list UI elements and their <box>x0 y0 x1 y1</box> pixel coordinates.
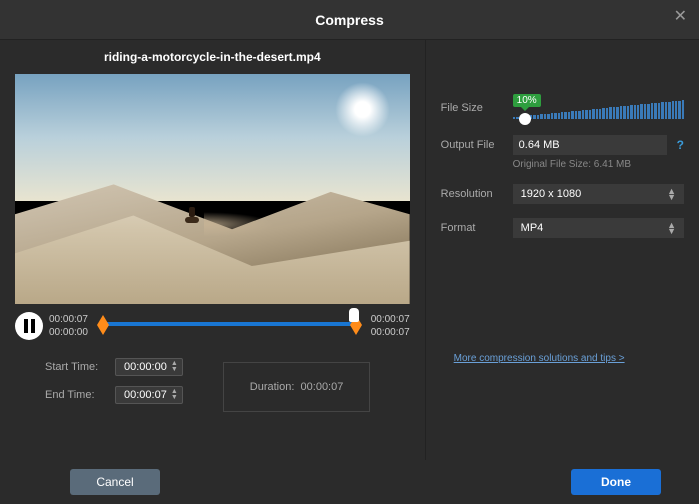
video-rider <box>185 207 199 225</box>
slider-bars-icon <box>513 101 684 119</box>
format-label: Format <box>441 222 503 234</box>
trim-start-marker-b[interactable] <box>97 325 109 335</box>
done-button[interactable]: Done <box>571 469 661 495</box>
filesize-label: File Size <box>441 102 503 114</box>
time-start-left: 00:00:00 <box>49 327 97 338</box>
end-time-label: End Time: <box>45 389 105 401</box>
right-panel: File Size 10% Output File ? Original Fil… <box>426 40 699 460</box>
main-content: riding-a-motorcycle-in-the-desert.mp4 00… <box>0 40 699 460</box>
original-size-hint: Original File Size: 6.41 MB <box>513 159 684 170</box>
left-panel: riding-a-motorcycle-in-the-desert.mp4 00… <box>0 40 426 460</box>
time-total-right: 00:00:07 <box>362 327 410 338</box>
outputfile-label: Output File <box>441 139 503 151</box>
video-dust <box>204 212 274 237</box>
format-value: MP4 <box>521 222 544 234</box>
stepper-arrows-icon[interactable]: ▲▼ <box>171 389 178 401</box>
timeline-track[interactable] <box>103 314 356 338</box>
resolution-label: Resolution <box>441 188 503 200</box>
help-icon[interactable]: ? <box>677 138 684 152</box>
trim-start-marker[interactable] <box>97 315 109 325</box>
end-time-row: End Time: 00:00:07 ▲▼ <box>45 386 183 404</box>
timeline: 00:00:07 00:00:00 00:00:07 00:00:07 <box>15 312 410 340</box>
footer: Cancel Done <box>0 460 699 504</box>
time-fields: Start Time: 00:00:00 ▲▼ End Time: 00:00:… <box>45 358 183 404</box>
duration-box: Duration: 00:00:07 <box>223 362 371 412</box>
slider-thumb[interactable] <box>519 113 531 125</box>
start-time-label: Start Time: <box>45 361 105 373</box>
stepper-arrows-icon[interactable]: ▲▼ <box>171 361 178 373</box>
filesize-row: File Size 10% <box>441 95 684 121</box>
chevron-updown-icon: ▲▼ <box>667 222 676 234</box>
pause-icon <box>24 319 35 333</box>
outputfile-row: Output File ? <box>441 135 684 155</box>
video-preview[interactable] <box>15 74 410 304</box>
format-row: Format MP4 ▲▼ <box>441 218 684 238</box>
filename-label: riding-a-motorcycle-in-the-desert.mp4 <box>15 50 410 64</box>
playhead[interactable] <box>349 308 359 322</box>
titlebar: Compress ✕ <box>0 0 699 40</box>
trim-end-marker-b[interactable] <box>350 325 362 335</box>
dialog-title: Compress <box>315 12 383 28</box>
end-time-stepper[interactable]: 00:00:07 ▲▼ <box>115 386 183 404</box>
filesize-slider[interactable]: 10% <box>513 95 684 121</box>
pause-button[interactable] <box>15 312 43 340</box>
time-current-left: 00:00:07 <box>49 314 97 325</box>
chevron-updown-icon: ▲▼ <box>667 188 676 200</box>
duration-label: Duration: <box>250 381 295 393</box>
video-sun <box>335 82 390 137</box>
duration-value: 00:00:07 <box>301 381 344 393</box>
time-right-labels: 00:00:07 00:00:07 <box>362 314 410 338</box>
start-time-value: 00:00:00 <box>120 361 171 373</box>
start-time-stepper[interactable]: 00:00:00 ▲▼ <box>115 358 183 376</box>
resolution-select[interactable]: 1920 x 1080 ▲▼ <box>513 184 684 204</box>
time-editors: Start Time: 00:00:00 ▲▼ End Time: 00:00:… <box>45 358 410 412</box>
end-time-value: 00:00:07 <box>120 389 171 401</box>
more-tips-link[interactable]: More compression solutions and tips > <box>454 353 625 364</box>
timeline-progress <box>103 322 356 326</box>
time-current-right: 00:00:07 <box>362 314 410 325</box>
resolution-row: Resolution 1920 x 1080 ▲▼ <box>441 184 684 204</box>
format-select[interactable]: MP4 ▲▼ <box>513 218 684 238</box>
resolution-value: 1920 x 1080 <box>521 188 582 200</box>
start-time-row: Start Time: 00:00:00 ▲▼ <box>45 358 183 376</box>
cancel-button[interactable]: Cancel <box>70 469 160 495</box>
close-icon[interactable]: ✕ <box>674 6 687 26</box>
time-left-labels: 00:00:07 00:00:00 <box>49 314 97 338</box>
outputfile-input[interactable] <box>513 135 667 155</box>
